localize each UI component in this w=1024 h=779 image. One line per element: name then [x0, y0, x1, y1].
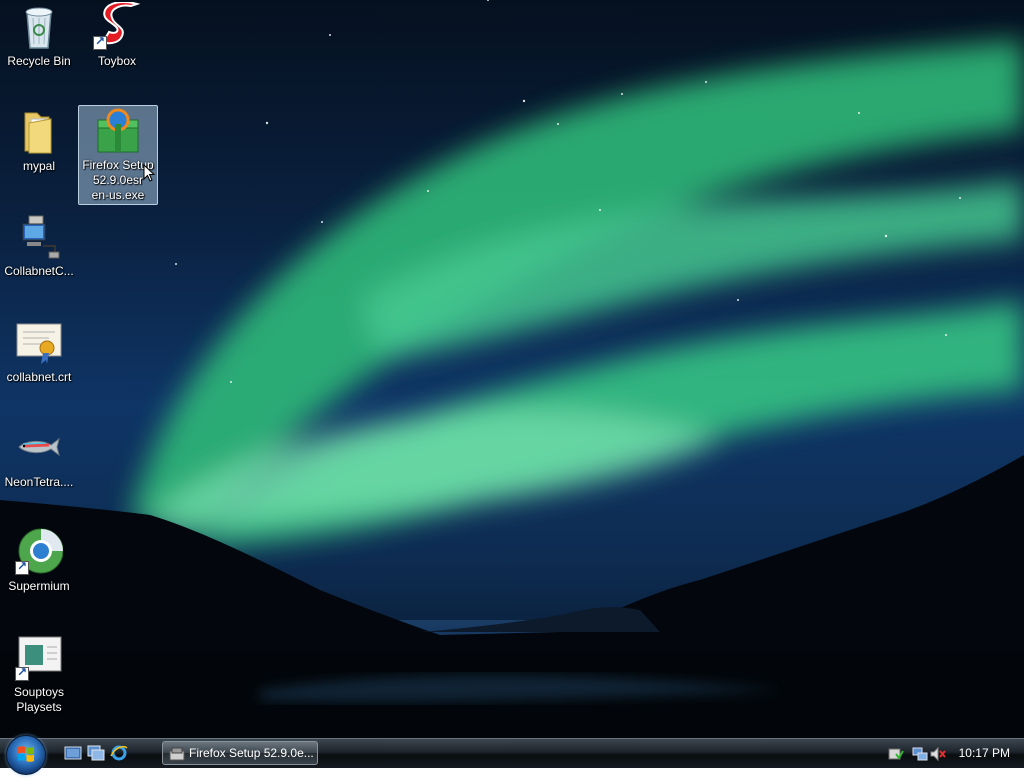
network-computer-icon: [15, 212, 63, 260]
network-icon[interactable]: [912, 746, 928, 762]
desktop-icon-label: CollabnetC...: [4, 264, 74, 278]
toybox-icon: [93, 1, 141, 50]
desktop-icon-label: mypal: [22, 159, 55, 173]
taskbar-clock[interactable]: 10:17 PM: [959, 746, 1010, 760]
fish-icon: [15, 423, 63, 471]
desktop-icon-collabnet-crt[interactable]: collabnet.crt: [0, 318, 78, 385]
desktop-icon-toybox[interactable]: Toybox: [78, 1, 156, 69]
security-shield-icon[interactable]: [888, 746, 904, 762]
desktop-icon-label: Souptoys Playsets: [13, 685, 65, 714]
internet-explorer-icon[interactable]: [110, 745, 128, 761]
installer-icon: [169, 746, 185, 761]
installer-icon: [94, 106, 142, 154]
shortcut-arrow-icon: [15, 665, 29, 681]
desktop-icon-neon-tetra[interactable]: NeonTetra....: [0, 423, 78, 490]
shortcut-arrow-icon: [93, 34, 107, 50]
shortcut-arrow-icon: [15, 559, 29, 575]
desktop-icon-label: Supermium: [8, 579, 70, 593]
souptoys-icon: [15, 633, 63, 681]
browser-globe-icon: [15, 527, 64, 575]
switch-windows-icon[interactable]: [87, 745, 105, 761]
system-tray: 10:17 PM: [884, 739, 1024, 768]
mouse-cursor-icon: [143, 163, 156, 182]
start-orb-icon[interactable]: [6, 735, 46, 775]
desktop-icon-label: collabnet.crt: [6, 370, 72, 384]
show-desktop-icon[interactable]: [64, 745, 82, 761]
desktop-icon-label: Toybox: [97, 54, 137, 68]
desktop-icon-collabnet-client[interactable]: CollabnetC...: [0, 212, 78, 279]
taskbar-button-firefox-setup[interactable]: Firefox Setup 52.9.0e...: [162, 741, 318, 765]
desktop-icon-recycle-bin[interactable]: Recycle Bin: [0, 2, 78, 69]
desktop-icon-souptoys-playsets[interactable]: Souptoys Playsets: [0, 633, 78, 715]
certificate-icon: [15, 318, 63, 366]
recycle-bin-icon: [15, 2, 63, 50]
taskbar: Firefox Setup 52.9.0e... 10:17 PM: [0, 735, 1024, 775]
volume-muted-icon[interactable]: [930, 746, 946, 762]
desktop-icon-mypal[interactable]: mypal: [0, 107, 78, 174]
desktop-icon-label: Recycle Bin: [7, 54, 71, 68]
taskbar-button-label: Firefox Setup 52.9.0e...: [189, 746, 314, 760]
folder-icon: [15, 107, 63, 155]
desktop-icon-label: NeonTetra....: [4, 475, 74, 489]
desktop-icon-supermium[interactable]: Supermium: [0, 527, 78, 594]
desktop-icon-firefox-setup[interactable]: Firefox Setup 52.9.0esr en-us.exe: [78, 105, 158, 205]
